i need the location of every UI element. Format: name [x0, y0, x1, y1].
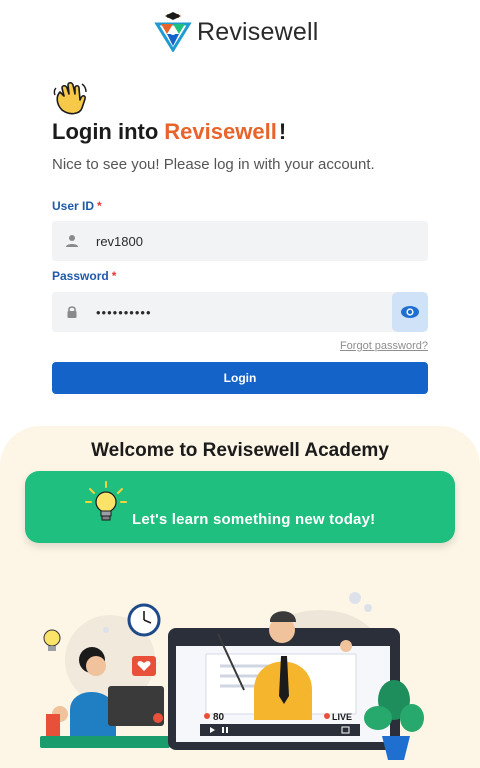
- logo-icon: [154, 12, 192, 52]
- illus-dot: [364, 604, 372, 612]
- learning-illustration: 80 LIVE: [40, 592, 424, 760]
- page-subtitle: Nice to see you! Please log in with your…: [52, 156, 375, 173]
- eye-icon: [401, 306, 419, 318]
- password-label: Password *: [52, 269, 116, 283]
- viewer-count-text: 80: [213, 712, 225, 723]
- required-marker: *: [111, 269, 117, 283]
- live-label: LIVE: [332, 712, 352, 722]
- academy-title: Welcome to Revisewell Academy: [91, 440, 389, 461]
- user-id-field[interactable]: rev1800: [52, 221, 428, 261]
- app-logo: Revisewell: [153, 12, 318, 52]
- user-id-label-text: User ID: [52, 199, 95, 213]
- title-suffix: !: [278, 119, 287, 144]
- video-monitor: [168, 611, 400, 750]
- password-value[interactable]: ••••••••••: [96, 305, 152, 320]
- small-bulb: [43, 629, 61, 651]
- clock-icon: [127, 603, 161, 637]
- user-id-value[interactable]: rev1800: [96, 234, 143, 249]
- forgot-password-link[interactable]: Forgot password?: [340, 340, 428, 352]
- desk: [40, 736, 170, 748]
- title-brand: Revisewell: [164, 119, 277, 144]
- laptop-heart: [153, 713, 163, 723]
- waving-hand-icon: [53, 81, 87, 115]
- illus-dot: [103, 627, 109, 633]
- password-field[interactable]: ••••••••••: [52, 292, 428, 332]
- login-button[interactable]: Login: [52, 362, 428, 394]
- lock-icon: [52, 292, 92, 332]
- heart-icon: [132, 656, 156, 676]
- logo-text: Revisewell: [197, 17, 319, 46]
- password-label-text: Password: [52, 269, 109, 283]
- lightbulb-icon: [85, 481, 127, 521]
- banner-text: Let's learn something new today!: [132, 511, 376, 528]
- pencil-cup: [46, 714, 60, 736]
- user-id-label: User ID *: [52, 199, 102, 213]
- required-marker: *: [97, 199, 102, 213]
- user-icon: [52, 221, 92, 261]
- title-prefix: Login into: [52, 119, 159, 144]
- illus-dot: [349, 592, 361, 604]
- toggle-password-button[interactable]: [392, 292, 428, 332]
- page-title: Login into Revisewell!: [52, 119, 286, 145]
